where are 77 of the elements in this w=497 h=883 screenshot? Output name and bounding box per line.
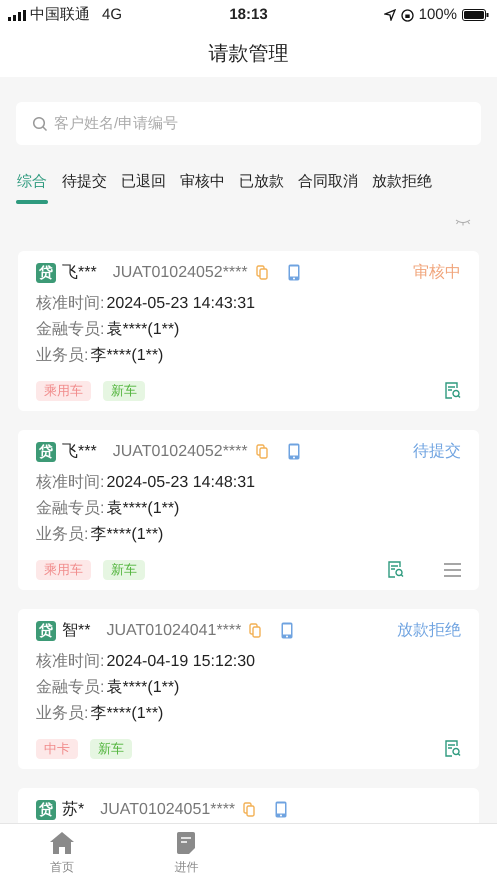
status-text: 待提交 xyxy=(413,442,461,462)
vehicle-tag: 新车 xyxy=(103,380,145,400)
signal-icon xyxy=(8,10,26,20)
vehicle-tag: 中卡 xyxy=(36,738,78,758)
document-icon xyxy=(177,832,196,854)
home-icon xyxy=(50,832,74,854)
application-card[interactable]: 贷 智** JUAT01024041**** 放款拒绝 核准时间:2024-04-19 15:12:30 金融专员:袁****(1**) 业务员:李****(1**) 中卡 新车 xyxy=(18,608,479,768)
customer-name: 苏* xyxy=(62,800,84,820)
filter-tab[interactable]: 待提交 xyxy=(62,171,107,204)
copy-icon[interactable] xyxy=(249,623,262,638)
field-value: 袁****(1**) xyxy=(106,498,180,518)
vehicle-tag: 新车 xyxy=(103,560,145,580)
battery-icon xyxy=(462,9,489,21)
field-value: 2024-05-23 14:48:31 xyxy=(106,472,256,492)
field-value: 2024-04-19 15:12:30 xyxy=(106,652,256,672)
application-card[interactable]: 贷 苏* JUAT01024051**** xyxy=(18,788,479,823)
application-number: JUAT01024041**** xyxy=(106,620,242,640)
vehicle-tag: 乘用车 xyxy=(36,380,91,400)
field-label: 金融专员: xyxy=(36,678,104,698)
customer-name: 智** xyxy=(62,620,90,640)
search-icon xyxy=(32,116,48,132)
filter-tab[interactable]: 合同取消 xyxy=(298,171,358,204)
document-search-icon[interactable] xyxy=(444,382,461,399)
filter-tab[interactable]: 审核中 xyxy=(180,171,225,204)
status-text: 放款拒绝 xyxy=(397,620,461,640)
customer-name: 飞*** xyxy=(62,442,97,462)
application-number: JUAT01024052**** xyxy=(112,262,248,282)
search-field[interactable]: 客户姓名/申请编号 xyxy=(16,102,481,145)
location-icon xyxy=(384,9,396,21)
field-label: 金融专员: xyxy=(36,320,104,340)
closed-eye-icon[interactable] xyxy=(455,218,471,226)
phone-icon[interactable] xyxy=(288,443,300,460)
field-value: 2024-05-23 14:43:31 xyxy=(106,294,256,314)
field-label: 核准时间: xyxy=(36,472,104,492)
loan-badge: 贷 xyxy=(36,620,56,640)
field-label: 业务员: xyxy=(36,346,88,366)
application-number: JUAT01024052**** xyxy=(112,442,248,462)
filter-tab[interactable]: 放款拒绝 xyxy=(372,171,432,204)
copy-icon[interactable] xyxy=(256,444,268,459)
carrier-name: 中国联通 xyxy=(30,4,90,25)
field-label: 核准时间: xyxy=(36,652,104,672)
phone-icon[interactable] xyxy=(275,801,288,818)
field-value: 袁****(1**) xyxy=(106,678,180,698)
loan-badge: 贷 xyxy=(36,800,56,820)
page-title: 请款管理 xyxy=(208,42,288,66)
filter-tab[interactable]: 已放款 xyxy=(239,171,284,204)
field-label: 核准时间: xyxy=(36,294,104,314)
document-search-icon[interactable] xyxy=(444,740,461,757)
customer-name: 飞*** xyxy=(62,262,97,282)
field-value: 袁****(1**) xyxy=(106,320,180,340)
field-label: 业务员: xyxy=(36,704,88,724)
phone-icon[interactable] xyxy=(281,622,294,639)
rotation-lock-icon xyxy=(400,8,414,22)
filter-tab[interactable]: 已退回 xyxy=(121,171,166,204)
nav-tab[interactable]: 进件 xyxy=(124,824,248,883)
loan-badge: 贷 xyxy=(36,442,56,462)
field-value: 李****(1**) xyxy=(90,704,164,724)
loan-badge: 贷 xyxy=(36,262,56,282)
menu-icon[interactable] xyxy=(444,562,461,576)
application-card[interactable]: 贷 飞*** JUAT01024052**** 待提交 核准时间:2024-05-23 14:48:31 金融专员:袁****(1**) 业务员:李****(1**) 乘用车 新车 xyxy=(18,430,479,590)
application-number: JUAT01024051**** xyxy=(100,800,236,820)
status-time: 18:13 xyxy=(228,4,269,25)
status-text: 审核中 xyxy=(413,262,461,282)
copy-icon[interactable] xyxy=(256,265,268,280)
network-type: 4G xyxy=(102,4,122,25)
vehicle-tag: 乘用车 xyxy=(36,560,91,580)
phone-icon[interactable] xyxy=(288,264,300,281)
battery-percent: 100% xyxy=(418,4,457,25)
document-search-icon[interactable] xyxy=(387,561,404,578)
field-label: 业务员: xyxy=(36,524,88,544)
nav-tab[interactable]: 首页 xyxy=(0,824,124,883)
field-value: 李****(1**) xyxy=(90,346,164,366)
field-value: 李****(1**) xyxy=(90,524,164,544)
application-card[interactable]: 贷 飞*** JUAT01024052**** 审核中 核准时间:2024-05-23 14:43:31 金融专员:袁****(1**) 业务员:李****(1**) 乘用车 新车 xyxy=(18,250,479,410)
copy-icon[interactable] xyxy=(243,802,256,817)
vehicle-tag: 新车 xyxy=(90,738,132,758)
field-label: 金融专员: xyxy=(36,498,104,518)
